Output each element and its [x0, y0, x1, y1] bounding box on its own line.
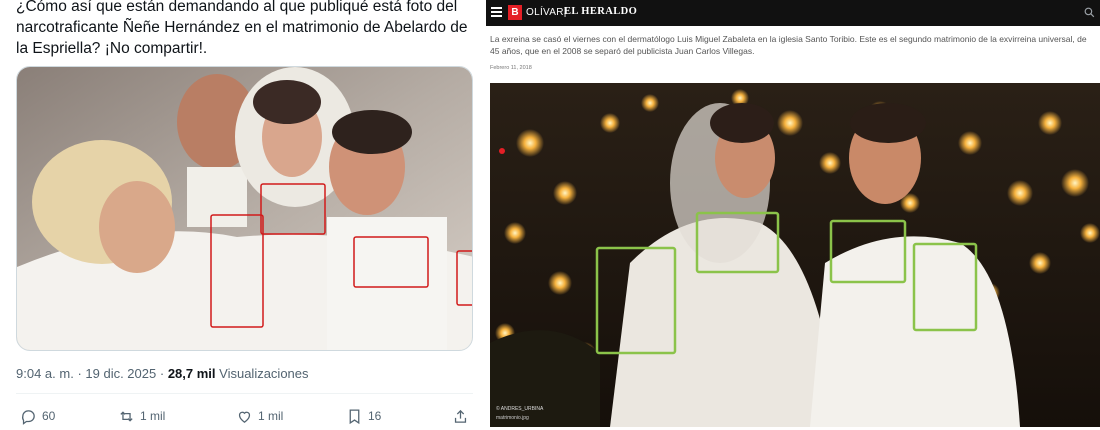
news-article: B OLÍVAR| EL HERALDO La exreina se casó …	[486, 0, 1100, 430]
tweet-photo[interactable]	[16, 66, 473, 351]
tweet-text: ¿Cómo así que están demandando al que pu…	[16, 0, 468, 57]
like-button[interactable]: 1 mil	[236, 405, 283, 427]
share-button[interactable]	[452, 405, 469, 427]
site-logo[interactable]: B	[508, 5, 522, 20]
like-count: 1 mil	[258, 409, 284, 423]
article-date: Febrero 11, 2018	[490, 65, 532, 71]
bookmark-icon	[349, 408, 360, 424]
tweet-divider	[16, 393, 473, 394]
tweet-card: ¿Cómo así que están demandando al que pu…	[0, 0, 484, 430]
reply-button[interactable]: 60	[20, 405, 55, 427]
reply-icon	[22, 409, 35, 425]
brand-name[interactable]: EL HERALDO	[564, 6, 637, 17]
bookmark-button[interactable]: 16	[346, 405, 381, 427]
tweet-views-label: Visualizaciones	[219, 366, 309, 381]
tweet-views-count: 28,7 mil	[167, 366, 216, 381]
repost-button[interactable]: 1 mil	[118, 405, 165, 427]
site-header: B OLÍVAR| EL HERALDO	[486, 0, 1100, 26]
bookmark-count: 16	[368, 409, 382, 423]
tweet-views-separator: ·	[159, 366, 168, 381]
share-icon	[454, 409, 467, 423]
search-icon[interactable]	[1083, 6, 1096, 19]
tweet-date[interactable]: 19 dic. 2025	[85, 366, 156, 381]
comparison-screenshot: ¿Cómo así que están demandando al que pu…	[0, 0, 1100, 430]
tweet-meta: 9:04 a. m. · 19 dic. 2025 · 28,7 mil Vis…	[16, 366, 309, 381]
repost-icon	[120, 410, 133, 422]
tweet-action-bar: 60 1 mil 1 mil 16	[16, 405, 473, 427]
repost-count: 1 mil	[140, 409, 166, 423]
photo-filename: matrimonio.jpg	[496, 415, 529, 421]
like-icon	[238, 411, 251, 423]
menu-icon[interactable]	[491, 7, 502, 17]
reply-count: 60	[42, 409, 56, 423]
brand-city: OLÍVAR|	[526, 7, 567, 18]
article-lead: La exreina se casó el viernes con el der…	[490, 34, 1087, 56]
photo-credit: © ANDRES_URBINA	[496, 406, 544, 412]
article-photo[interactable]: © ANDRES_URBINA matrimonio.jpg	[490, 83, 1100, 427]
tweet-time[interactable]: 9:04 a. m.	[16, 366, 74, 381]
